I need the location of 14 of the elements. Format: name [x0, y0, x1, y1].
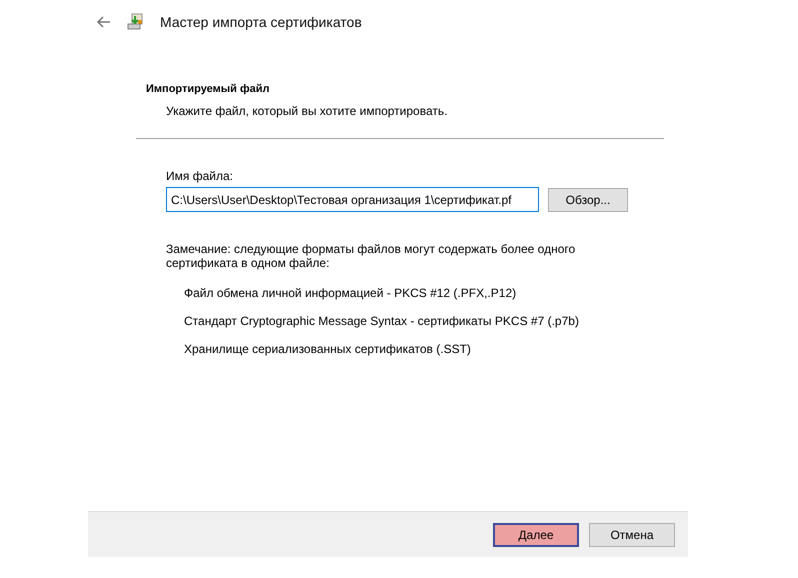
certificate-wizard-icon — [126, 13, 144, 31]
dialog-button[interactable]: Далее — [493, 522, 579, 546]
section-subtitle: Укажите файл, который вы хотите импортировать. — [165, 104, 448, 118]
dialog-button[interactable]: Отмена — [589, 522, 675, 546]
field-label: Имя файла: — [166, 169, 234, 183]
file-name-field[interactable]: C:\Users\User\Desktop\Тестовая организация 1\сертификат.pf — [166, 187, 539, 212]
back-button[interactable] — [96, 14, 112, 30]
section-title: Импортируемый файл — [146, 83, 270, 95]
format-item: Стандарт Cryptographic Message Syntax - сертификаты PKCS #7 (.p7b) — [184, 314, 580, 328]
note-text: Замечание: следующие форматы файлов могут содержать более одного сертификата в одном файле: — [166, 242, 576, 270]
format-item: Хранилище сериализованных сертификатов (.SST) — [184, 342, 472, 356]
browse-button[interactable]: Обзор... — [548, 188, 628, 212]
window-title: Мастер импорта сертификатов — [160, 14, 362, 30]
format-item: Файл обмена личной информацией - PKCS #12 (.PFX,.P12) — [184, 286, 518, 300]
